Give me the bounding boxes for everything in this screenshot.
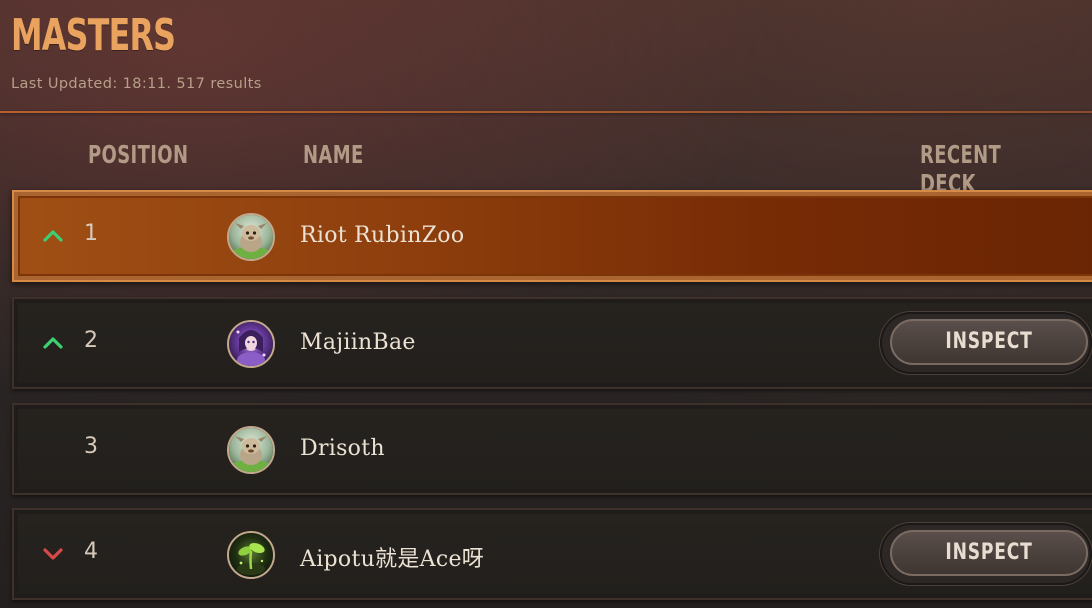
sprout-avatar [227, 531, 275, 579]
rank-down-arrow-icon [43, 548, 63, 560]
header: MASTERS Last Updated: 18:11. 517 results [0, 0, 1092, 112]
poro-avatar [227, 426, 275, 474]
purple-mage-avatar [227, 320, 275, 368]
page-title: MASTERS [11, 10, 176, 61]
position-number: 2 [84, 328, 98, 353]
inspect-label: INSPECT [945, 329, 1033, 354]
player-name: Riot RubinZoo [300, 223, 465, 248]
inspect-label: INSPECT [945, 540, 1033, 565]
column-header-position: POSITION [88, 140, 189, 169]
leaderboard-row[interactable]: 2 MajiinBae INSPECT [12, 297, 1092, 389]
player-name: MajiinBae [300, 330, 416, 355]
position-number: 3 [84, 434, 98, 459]
rank-up-arrow-icon [43, 337, 63, 349]
inspect-button[interactable]: INSPECT [880, 312, 1092, 374]
leaderboard-row[interactable]: 4 Aipotu就是Ace呀 INSPECT [12, 508, 1092, 600]
inspect-button-face[interactable]: INSPECT [890, 530, 1088, 576]
inspect-button[interactable]: INSPECT [880, 523, 1092, 585]
position-number: 1 [84, 221, 98, 246]
inspect-button-face[interactable]: INSPECT [890, 319, 1088, 365]
last-updated-text: Last Updated: 18:11. 517 results [11, 76, 262, 92]
leaderboard-row[interactable]: 3 Drisoth [12, 403, 1092, 495]
position-number: 4 [84, 539, 98, 564]
leaderboard-row[interactable]: 1 Riot RubinZoo [12, 190, 1092, 282]
poro-avatar [227, 213, 275, 261]
rank-up-arrow-icon [43, 230, 63, 242]
header-divider [0, 111, 1092, 113]
player-name: Aipotu就是Ace呀 [300, 547, 485, 572]
player-name: Drisoth [300, 436, 385, 461]
column-header-name: NAME [303, 140, 364, 169]
